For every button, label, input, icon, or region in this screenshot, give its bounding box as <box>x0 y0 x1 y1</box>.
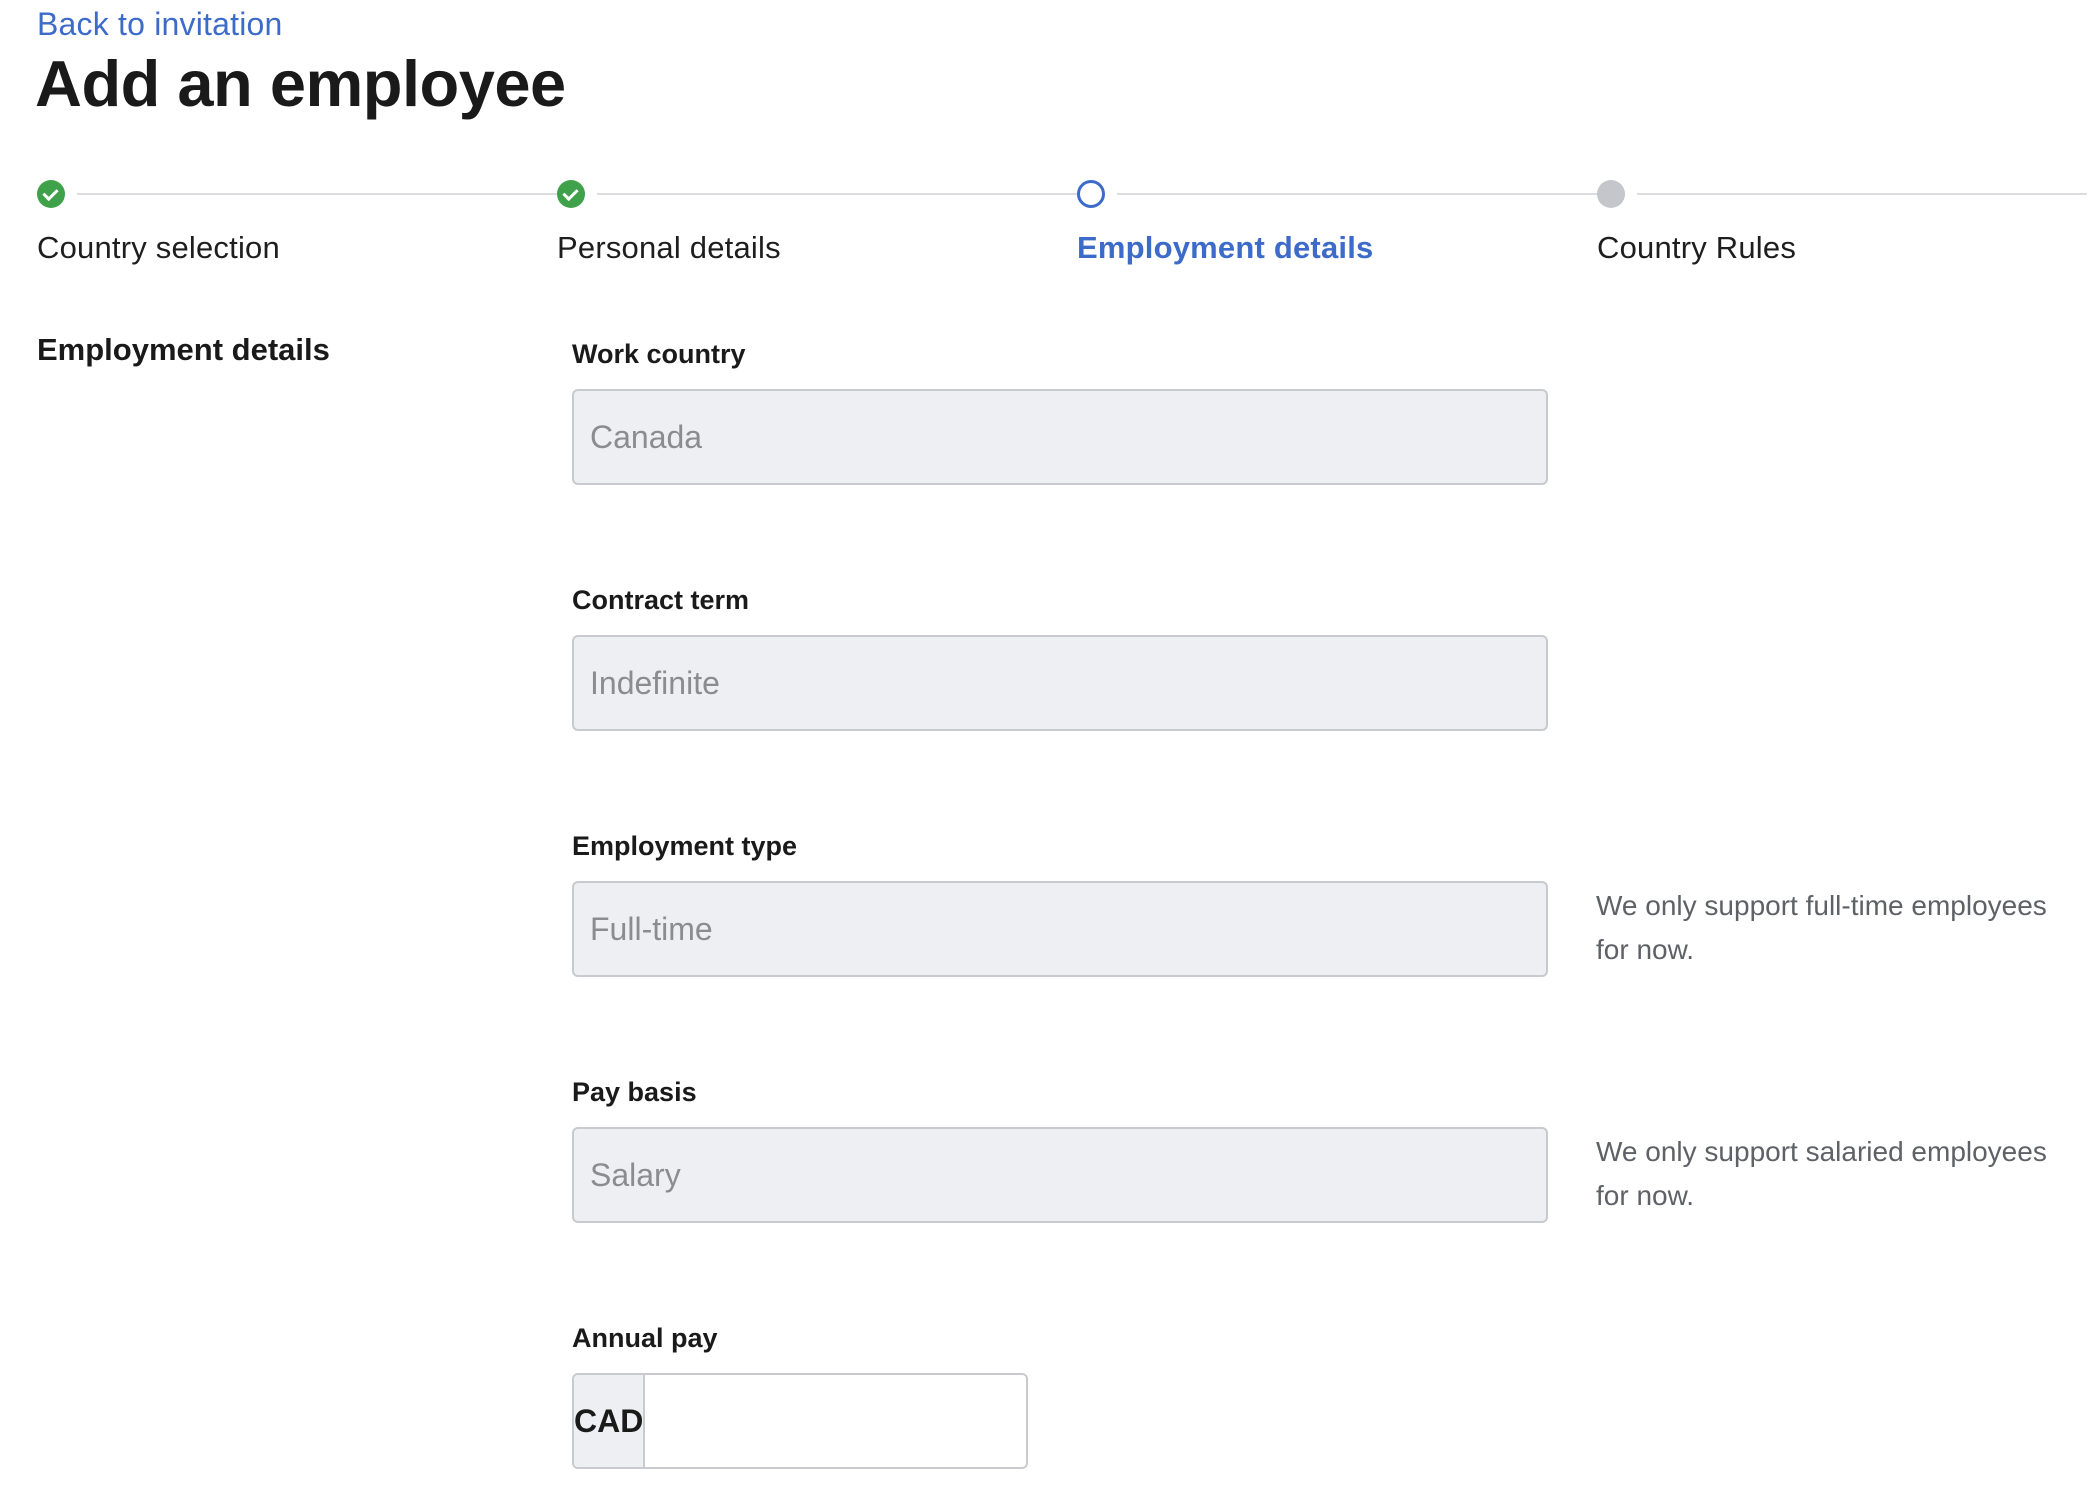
step-label: Personal details <box>557 230 781 265</box>
contract-term-field: Contract term <box>572 582 749 618</box>
annual-pay-input[interactable] <box>645 1375 1026 1467</box>
pay-basis-help-text: We only support salaried employees for n… <box>1596 1136 2047 1211</box>
contract-term-label: Contract term <box>572 585 750 615</box>
step-pending-dot-icon <box>1597 180 1625 208</box>
step-connector-line <box>1117 193 1625 195</box>
employment-type-input[interactable] <box>572 881 1548 977</box>
step-connector-line <box>1637 193 2087 195</box>
employment-type-help-text: We only support full-time employees for … <box>1596 890 2047 965</box>
work-country-label: Work country <box>572 339 746 369</box>
progress-stepper: Country selection Personal details Emplo… <box>0 0 2094 280</box>
section-title: Employment details <box>37 332 330 367</box>
step-label: Country selection <box>37 230 280 265</box>
step-complete-check-icon <box>557 180 585 208</box>
step-label: Employment details <box>1077 230 1374 265</box>
pay-basis-input[interactable] <box>572 1127 1548 1223</box>
pay-basis-field: Pay basis <box>572 1074 697 1110</box>
annual-pay-label: Annual pay <box>572 1323 718 1353</box>
step-label: Country Rules <box>1597 230 1797 265</box>
step-complete-check-icon <box>37 180 65 208</box>
contract-term-input[interactable] <box>572 635 1548 731</box>
employment-type-label: Employment type <box>572 831 798 861</box>
step-current-ring-icon <box>1077 180 1105 208</box>
step-connector-line <box>77 193 585 195</box>
annual-pay-field: Annual pay <box>572 1320 718 1356</box>
employment-type-field: Employment type <box>572 828 797 864</box>
step-connector-line <box>597 193 1105 195</box>
work-country-input[interactable] <box>572 389 1548 485</box>
currency-prefix: CAD <box>574 1375 646 1467</box>
pay-basis-label: Pay basis <box>572 1077 697 1107</box>
work-country-field: Work country <box>572 336 746 372</box>
annual-pay-input-group: CAD <box>572 1373 1028 1469</box>
